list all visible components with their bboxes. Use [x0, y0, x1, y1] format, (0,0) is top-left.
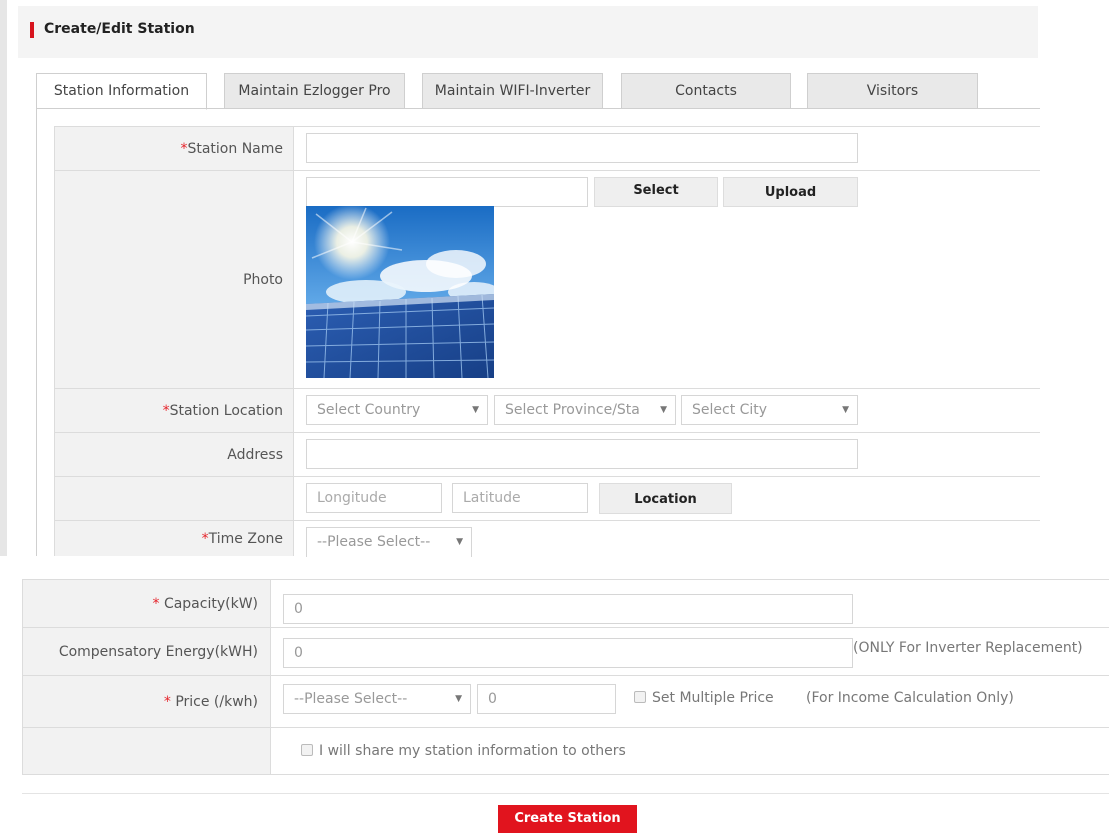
- time-zone-select-value: --Please Select--: [317, 534, 431, 550]
- section-accent-bar: [30, 22, 34, 38]
- row-address: Address: [54, 432, 1040, 476]
- capacity-input[interactable]: 0: [283, 594, 853, 624]
- country-select-value: Select Country: [317, 402, 421, 418]
- multiple-price-label: Set Multiple Price: [652, 690, 774, 706]
- station-name-label: *Station Name: [54, 127, 294, 170]
- province-select-value: Select Province/Sta: [505, 402, 640, 418]
- station-name-label-text: Station Name: [187, 141, 283, 157]
- chevron-down-icon: ▼: [455, 694, 462, 704]
- longitude-input[interactable]: Longitude: [306, 483, 442, 513]
- address-label: Address: [54, 433, 294, 476]
- station-location-label: *Station Location: [54, 389, 294, 432]
- tab-station-information[interactable]: Station Information: [36, 73, 207, 110]
- create-station-button[interactable]: Create Station: [498, 805, 637, 833]
- time-zone-label-text: Time Zone: [208, 531, 283, 547]
- price-currency-select[interactable]: --Please Select-- ▼: [283, 684, 471, 714]
- row-capacity: * Capacity(kW) 0: [22, 579, 1109, 627]
- upload-photo-button[interactable]: Upload: [723, 177, 858, 207]
- row-photo: Photo Select Upload: [54, 170, 1040, 388]
- required-mark: *: [162, 403, 170, 419]
- inverter-replacement-note: (ONLY For Inverter Replacement): [853, 640, 1083, 656]
- time-zone-select[interactable]: --Please Select-- ▼: [306, 527, 472, 557]
- price-label-text: Price (/kwh): [175, 694, 258, 710]
- capacity-label-text: Capacity(kW): [163, 596, 258, 612]
- tab-maintain-wifi-inverter[interactable]: Maintain WIFI-Inverter: [422, 73, 603, 109]
- station-location-label-text: Station Location: [169, 403, 283, 419]
- row-station-location: *Station Location Select Country ▼ Select…: [54, 388, 1040, 432]
- location-button[interactable]: Location: [599, 483, 732, 514]
- tab-content-border: [36, 108, 37, 556]
- row-station-name: *Station Name: [54, 126, 1040, 170]
- required-mark: *: [152, 596, 164, 612]
- latitude-input[interactable]: Latitude: [452, 483, 588, 513]
- row-share: I will share my station information to o…: [22, 727, 1109, 775]
- section-header: Create/Edit Station: [18, 6, 1038, 58]
- country-select[interactable]: Select Country ▼: [306, 395, 488, 425]
- station-photo-image: [306, 206, 494, 378]
- footer-divider: [22, 793, 1109, 794]
- city-select[interactable]: Select City ▼: [681, 395, 858, 425]
- time-zone-label: *Time Zone: [54, 521, 294, 556]
- row-time-zone: *Time Zone --Please Select-- ▼: [54, 520, 1040, 557]
- province-select[interactable]: Select Province/Sta ▼: [494, 395, 676, 425]
- tab-maintain-ezlogger-pro[interactable]: Maintain Ezlogger Pro: [224, 73, 405, 109]
- multiple-price-option[interactable]: Set Multiple Price: [634, 690, 774, 706]
- compensatory-energy-label: Compensatory Energy(kWH): [22, 628, 271, 675]
- share-label-cell: [22, 728, 271, 774]
- share-option[interactable]: I will share my station information to o…: [301, 743, 626, 759]
- chevron-down-icon: ▼: [842, 405, 849, 415]
- photo-file-input[interactable]: [306, 177, 588, 207]
- coordinates-label: [54, 477, 294, 520]
- capacity-label: * Capacity(kW): [22, 580, 271, 627]
- compensatory-energy-input[interactable]: 0: [283, 638, 853, 668]
- page-title: Create/Edit Station: [44, 21, 195, 37]
- photo-label: Photo: [54, 171, 294, 388]
- row-coordinates: Longitude Latitude Location: [54, 476, 1040, 520]
- tab-visitors[interactable]: Visitors: [807, 73, 978, 109]
- tab-contacts[interactable]: Contacts: [621, 73, 791, 109]
- chevron-down-icon: ▼: [456, 537, 463, 547]
- tab-underline: [36, 108, 1040, 109]
- income-calculation-note: (For Income Calculation Only): [806, 690, 1014, 706]
- address-input[interactable]: [306, 439, 858, 469]
- multiple-price-checkbox[interactable]: [634, 691, 646, 703]
- share-checkbox[interactable]: [301, 744, 313, 756]
- row-compensatory-energy: Compensatory Energy(kWH) 0 (ONLY For Inv…: [22, 627, 1109, 675]
- row-price: * Price (/kwh) --Please Select-- ▼ 0 Set …: [22, 675, 1109, 727]
- city-select-value: Select City: [692, 402, 768, 418]
- chevron-down-icon: ▼: [472, 405, 479, 415]
- price-label: * Price (/kwh): [22, 676, 271, 727]
- panel-left-edge: [0, 0, 7, 556]
- chevron-down-icon: ▼: [660, 405, 667, 415]
- select-photo-button[interactable]: Select: [594, 177, 718, 207]
- station-form-panel: Create/Edit Station Station Information …: [0, 0, 1040, 557]
- required-mark: *: [163, 694, 176, 710]
- station-name-input[interactable]: [306, 133, 858, 163]
- price-input[interactable]: 0: [477, 684, 616, 714]
- price-currency-select-value: --Please Select--: [294, 691, 408, 707]
- share-label: I will share my station information to o…: [319, 743, 626, 759]
- required-mark: *: [201, 531, 209, 547]
